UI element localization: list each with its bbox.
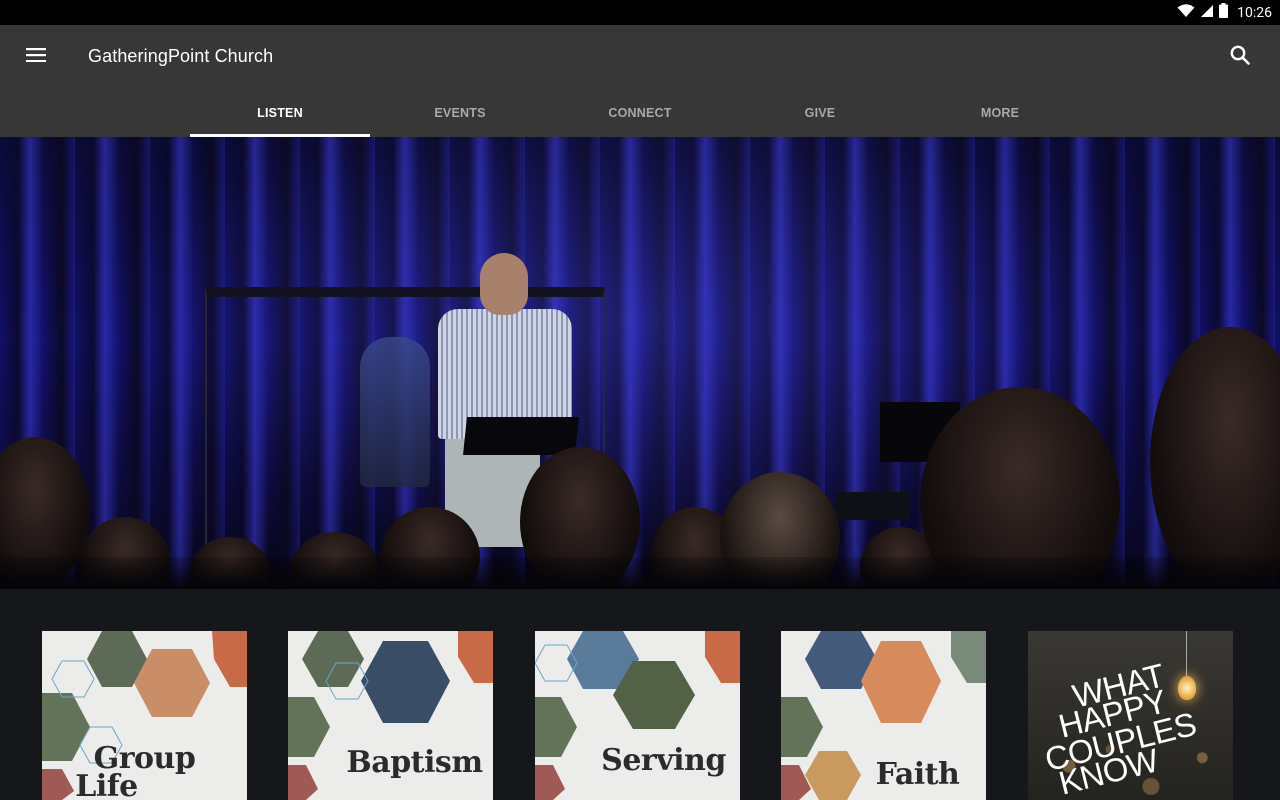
status-time: 10:26 — [1237, 5, 1272, 21]
tab-events[interactable]: EVENTS — [370, 89, 550, 137]
tab-connect[interactable]: CONNECT — [550, 89, 730, 137]
tab-give[interactable]: GIVE — [730, 89, 910, 137]
status-bar: 10:26 — [0, 0, 1280, 25]
app-bar: GatheringPoint Church LISTEN EVENTS CONN… — [0, 25, 1280, 137]
card-title-line1: Baptism — [346, 745, 483, 780]
app-title: GatheringPoint Church — [88, 46, 274, 66]
hero-banner-image[interactable] — [0, 137, 1280, 589]
keyboard-stand — [880, 402, 960, 462]
card-title-line1: Faith — [875, 757, 960, 792]
search-icon — [1230, 45, 1250, 70]
tab-listen[interactable]: LISTEN — [190, 89, 370, 137]
series-card-faith[interactable]: Faith — [781, 631, 986, 800]
card-title-line1: Group — [93, 741, 196, 776]
keyboard — [835, 492, 910, 520]
menu-button[interactable] — [16, 39, 56, 75]
card-title-line2: Life — [75, 769, 138, 800]
battery-icon — [1219, 3, 1229, 23]
series-card-serving[interactable]: Serving — [535, 631, 740, 800]
series-cards-row: Group Life Baptism Serving Faith WHAT HA… — [0, 589, 1280, 800]
cellular-icon — [1200, 4, 1214, 23]
search-button[interactable] — [1220, 39, 1260, 75]
series-card-group-life[interactable]: Group Life — [42, 631, 247, 800]
drummer-figure — [360, 337, 430, 487]
wifi-icon — [1177, 3, 1195, 23]
speaker-head — [480, 253, 528, 315]
tab-bar: LISTEN EVENTS CONNECT GIVE MORE — [190, 89, 1090, 137]
card-title-line1: Serving — [601, 743, 726, 778]
series-card-what-happy-couples-know[interactable]: WHAT HAPPY COUPLES KNOW — [1028, 631, 1233, 800]
status-icons: 10:26 — [1177, 3, 1272, 23]
tab-more[interactable]: MORE — [910, 89, 1090, 137]
series-card-baptism[interactable]: Baptism — [288, 631, 493, 800]
hamburger-menu-icon — [26, 47, 46, 67]
music-stand — [463, 417, 579, 455]
